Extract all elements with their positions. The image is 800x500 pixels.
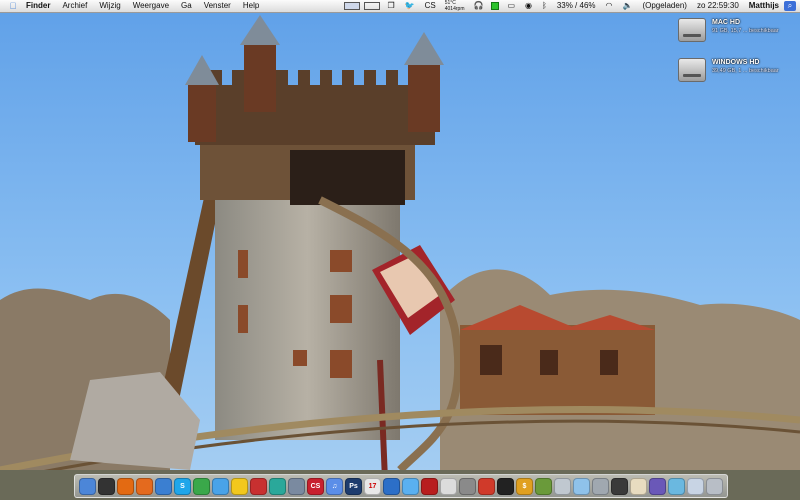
dock-app-dark-icon[interactable] — [611, 477, 628, 495]
dock-photoshop-icon[interactable]: Ps — [345, 477, 362, 495]
dock-adium-icon[interactable] — [193, 477, 210, 495]
dock-app-globe-icon[interactable] — [383, 477, 400, 495]
dock-app-lightblue-icon[interactable] — [573, 477, 590, 495]
drive-windows-hd[interactable]: WINDOWS HD 39,49 GB, 1 ... beschikbaar — [678, 58, 798, 82]
menu-venster[interactable]: Venster — [198, 0, 237, 12]
dock-app-blue-icon[interactable] — [155, 477, 172, 495]
dock-app-aqua-icon[interactable] — [668, 477, 685, 495]
clock[interactable]: zo 22:59:30 — [692, 0, 744, 12]
dock-app-grey-icon[interactable] — [459, 477, 476, 495]
drive-info: 91 GB, 15,7 ... beschikbaar — [712, 28, 779, 34]
dock-app-orange-icon[interactable] — [117, 477, 134, 495]
dock-app-black-icon[interactable] — [497, 477, 514, 495]
wifi-icon[interactable]: ◠ — [601, 0, 618, 12]
spotlight-icon[interactable]: ⌕ — [784, 1, 796, 11]
dock-skype-icon[interactable]: S — [174, 477, 191, 495]
dock-ical-icon[interactable]: 17 — [364, 477, 381, 495]
apple-icon[interactable]:  — [6, 0, 20, 12]
dock-app-white-icon[interactable] — [440, 477, 457, 495]
dock-app-red-icon[interactable] — [250, 477, 267, 495]
dock-itunes-icon[interactable]: ♫ — [326, 477, 343, 495]
menu-archief[interactable]: Archief — [56, 0, 93, 12]
dock-app-blue2-icon[interactable] — [402, 477, 419, 495]
activity-icon[interactable] — [491, 2, 500, 10]
dock-app-multi-icon[interactable] — [535, 477, 552, 495]
battery-status[interactable]: (Opgeladen) — [637, 0, 691, 12]
dock-downloads-stack-icon[interactable] — [687, 477, 704, 495]
dock-creative-suite-icon[interactable]: CS — [307, 477, 324, 495]
temp-readout[interactable]: 51°C 4014rpm — [441, 0, 469, 12]
drive-name: WINDOWS HD — [712, 59, 760, 66]
hard-drive-icon[interactable] — [678, 18, 706, 42]
dock-trash-icon[interactable] — [706, 477, 723, 495]
dock: S CS ♫ Ps 17 $ — [74, 474, 728, 498]
dock-dashboard-icon[interactable] — [98, 477, 115, 495]
hard-drive-icon[interactable] — [678, 58, 706, 82]
volume-icon[interactable]: 🔈 — [618, 0, 638, 12]
dock-app-red3-icon[interactable] — [478, 477, 495, 495]
menu-ga[interactable]: Ga — [175, 0, 198, 12]
fan-speed: 4014rpm — [444, 6, 465, 12]
dock-app-cream-icon[interactable] — [630, 477, 647, 495]
dock-app-purple-icon[interactable] — [649, 477, 666, 495]
copy-icon[interactable]: ❐ — [382, 0, 399, 12]
dock-app-yellow-icon[interactable] — [231, 477, 248, 495]
bluetooth-icon[interactable]: ᛒ — [537, 0, 552, 12]
dock-app-teal-icon[interactable] — [269, 477, 286, 495]
user-name[interactable]: Matthijs — [744, 0, 784, 12]
dock-finder-icon[interactable] — [79, 477, 96, 495]
drive-name: MAC HD — [712, 19, 740, 26]
window-left-icon[interactable] — [344, 2, 361, 10]
menu-help[interactable]: Help — [237, 0, 265, 12]
dock-app-silver-icon[interactable] — [592, 477, 609, 495]
menu-bar:  Finder Archief Wijzig Weergave Ga Vens… — [0, 0, 800, 13]
drive-info: 39,49 GB, 1 ... beschikbaar — [712, 68, 779, 74]
dock-app-sky-icon[interactable] — [212, 477, 229, 495]
dock-app-red2-icon[interactable] — [421, 477, 438, 495]
window-right-icon[interactable] — [364, 2, 381, 10]
eye-icon[interactable]: ◉ — [520, 0, 537, 12]
dock-app-gold-icon[interactable]: $ — [516, 477, 533, 495]
status-area: ❐ 🐦 CS 51°C 4014rpm 🎧 ▭ ◉ ᛒ 33% / 46% ◠ 🔈… — [342, 0, 800, 12]
cs-label[interactable]: CS — [420, 0, 441, 12]
dock-preview-icon[interactable] — [288, 477, 305, 495]
menu-finder[interactable]: Finder — [20, 0, 56, 12]
dock-app-pale-icon[interactable] — [554, 477, 571, 495]
menu-weergave[interactable]: Weergave — [127, 0, 175, 12]
menu-wijzig[interactable]: Wijzig — [93, 0, 126, 12]
drive-mac-hd[interactable]: MAC HD 91 GB, 15,7 ... beschikbaar — [678, 18, 798, 42]
dock-firefox-icon[interactable] — [136, 477, 153, 495]
cpu-usage[interactable]: 33% / 46% — [552, 0, 601, 12]
monitor-icon[interactable]: ▭ — [502, 0, 520, 12]
twitter-icon[interactable]: 🐦 — [400, 0, 420, 12]
headphones-icon[interactable]: 🎧 — [468, 0, 488, 12]
